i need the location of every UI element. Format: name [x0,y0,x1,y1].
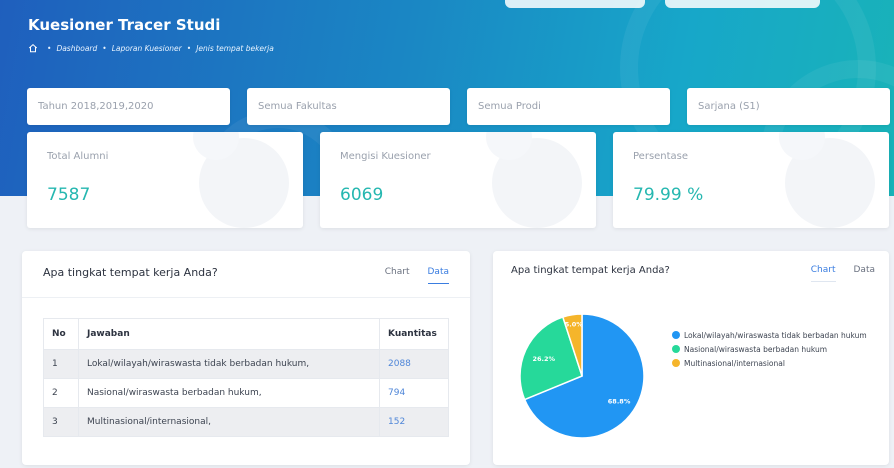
column-header-kuantitas: Kuantitas [379,318,449,350]
card-title: Apa tingkat tempat kerja Anda? [511,265,670,276]
breadcrumb-laporan-kuesioner[interactable]: Laporan Kuesioner [112,44,182,53]
table-row: 2 Nasional/wiraswasta berbadan hukum, 79… [43,378,449,408]
stat-mengisi-kuesioner: Mengisi Kuesioner 6069 [320,132,596,228]
legend-item[interactable]: Nasional/wiraswasta berbadan hukum [672,342,867,356]
legend-label: Lokal/wilayah/wiraswasta tidak berbadan … [684,330,867,340]
legend-dot-icon [672,345,680,353]
breadcrumb-jenis-tempat-bekerja: Jenis tempat bekerja [196,43,274,53]
cell-kuantitas[interactable]: 152 [379,407,449,437]
tab-chart[interactable]: Chart [810,265,836,282]
legend-dot-icon [672,331,680,339]
column-header-no: No [43,318,79,350]
legend-item[interactable]: Lokal/wilayah/wiraswasta tidak berbadan … [672,328,867,342]
stat-total-alumni: Total Alumni 7587 [27,132,303,228]
cell-no: 3 [43,407,79,437]
breadcrumb: • Dashboard • Laporan Kuesioner • Jenis … [28,43,274,53]
column-header-jawaban: Jawaban [78,318,380,350]
cell-jawaban: Nasional/wiraswasta berbadan hukum, [78,378,380,408]
cell-jawaban: Multinasional/internasional, [78,407,380,437]
view-tabs: Chart Data [793,265,875,282]
home-icon[interactable] [28,43,38,53]
cell-kuantitas[interactable]: 2088 [379,349,449,379]
chart-legend: Lokal/wilayah/wiraswasta tidak berbadan … [672,328,867,370]
divider [22,297,470,298]
legend-dot-icon [672,359,680,367]
slice-data-label: 26.2% [532,355,555,363]
stat-value: 6069 [340,185,384,205]
stat-persentase: Persentase 79.99 % [613,132,889,228]
cell-kuantitas[interactable]: 794 [379,378,449,408]
view-tabs: Chart Data [367,267,449,284]
chart-card: Apa tingkat tempat kerja Anda? Chart Dat… [493,251,889,465]
filter-prodi[interactable]: Semua Prodi [467,88,670,125]
stat-label: Mengisi Kuesioner [340,151,431,162]
breadcrumb-dashboard[interactable]: Dashboard [56,44,97,53]
tab-data[interactable]: Data [427,267,449,284]
top-tab[interactable] [505,0,645,8]
data-table-card: Apa tingkat tempat kerja Anda? Chart Dat… [22,251,470,465]
filter-tahun[interactable]: Tahun 2018,2019,2020 [27,88,230,125]
card-title: Apa tingkat tempat kerja Anda? [43,266,218,279]
cell-no: 2 [43,378,79,408]
legend-label: Multinasional/internasional [684,358,785,368]
stat-label: Total Alumni [47,151,109,162]
cell-jawaban: Lokal/wilayah/wiraswasta tidak berbadan … [78,349,380,379]
stat-value: 79.99 % [633,185,704,205]
legend-item[interactable]: Multinasional/internasional [672,356,867,370]
pie-chart: 68.8% 26.2% 5.0% [519,313,645,439]
stat-label: Persentase [633,151,689,162]
table-header-row: No Jawaban Kuantitas [43,318,449,350]
filter-fakultas[interactable]: Semua Fakultas [247,88,450,125]
legend-label: Nasional/wiraswasta berbadan hukum [684,344,828,354]
filter-jenjang[interactable]: Sarjana (S1) [687,88,890,125]
table-row: 1 Lokal/wilayah/wiraswasta tidak berbada… [43,349,449,379]
page-title: Kuesioner Tracer Studi [28,16,221,34]
cell-no: 1 [43,349,79,379]
answers-table: No Jawaban Kuantitas 1 Lokal/wilayah/wir… [43,318,449,437]
table-row: 3 Multinasional/internasional, 152 [43,407,449,437]
slice-data-label: 5.0% [565,320,584,328]
tab-chart[interactable]: Chart [385,267,410,284]
tab-data[interactable]: Data [854,265,876,282]
top-tab[interactable] [665,0,820,8]
stat-value: 7587 [47,185,91,205]
slice-data-label: 68.8% [608,397,631,405]
